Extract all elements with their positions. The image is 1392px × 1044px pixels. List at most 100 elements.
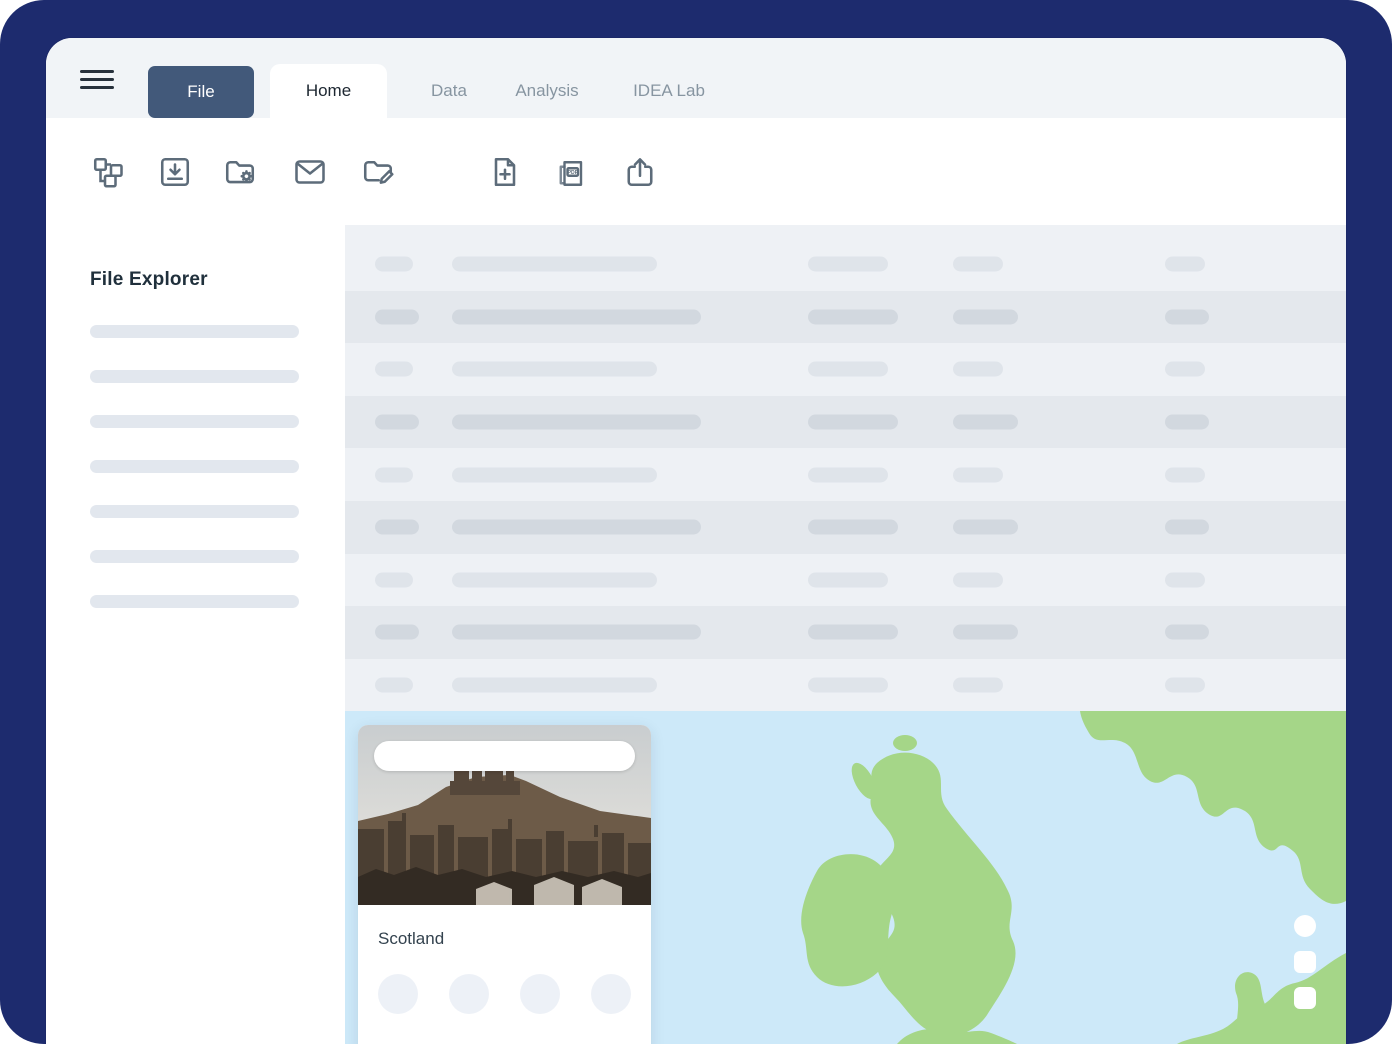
sidebar-skeleton-item[interactable]	[90, 370, 299, 383]
mail-icon	[292, 154, 328, 190]
hierarchy-icon	[90, 154, 126, 190]
card-body: Scotland	[358, 905, 651, 1014]
table-row[interactable]	[345, 396, 1346, 449]
cell-placeholder	[953, 415, 1018, 430]
add-document-button[interactable]	[484, 151, 526, 193]
cell-placeholder	[1165, 467, 1205, 482]
hierarchy-button[interactable]	[87, 151, 129, 193]
cell-placeholder	[452, 415, 701, 430]
tab-data[interactable]: Data	[413, 64, 485, 118]
cell-placeholder	[953, 678, 1003, 693]
cell-placeholder	[1165, 572, 1205, 587]
card-action-button[interactable]	[449, 974, 489, 1014]
sidebar-skeleton-item[interactable]	[90, 550, 299, 563]
main-panel: Scotland	[345, 225, 1346, 1044]
table-row[interactable]	[345, 291, 1346, 344]
cell-placeholder	[953, 572, 1003, 587]
cell-placeholder	[452, 467, 657, 482]
cell-placeholder	[375, 415, 419, 430]
cell-placeholder	[953, 625, 1018, 640]
cell-placeholder	[452, 309, 701, 324]
cell-placeholder	[452, 625, 701, 640]
cell-placeholder	[375, 625, 419, 640]
map-locate-control[interactable]	[1294, 915, 1316, 937]
cell-placeholder	[808, 678, 888, 693]
map-view[interactable]: Scotland	[345, 711, 1346, 1044]
map-land-isles	[893, 735, 917, 751]
cell-placeholder	[1165, 415, 1209, 430]
map-search-input[interactable]	[374, 741, 635, 771]
table-row[interactable]	[345, 659, 1346, 711]
map-land-jutland	[1235, 972, 1272, 1044]
cell-placeholder	[375, 362, 413, 377]
import-button[interactable]	[154, 151, 196, 193]
cell-placeholder	[808, 625, 898, 640]
map-controls	[1294, 915, 1316, 1009]
file-explorer-title: File Explorer	[90, 269, 345, 291]
hamburger-menu-icon[interactable]	[80, 70, 114, 89]
cell-placeholder	[375, 257, 413, 272]
tab-file[interactable]: File	[148, 66, 254, 118]
cell-placeholder	[375, 572, 413, 587]
card-action-button[interactable]	[591, 974, 631, 1014]
sidebar-skeleton-item[interactable]	[90, 460, 299, 473]
table-row[interactable]	[345, 448, 1346, 501]
cell-placeholder	[808, 467, 888, 482]
table-row[interactable]	[345, 606, 1346, 659]
file-explorer-list	[90, 325, 345, 608]
cell-placeholder	[452, 362, 657, 377]
location-card[interactable]: Scotland	[358, 725, 651, 1044]
folder-edit-icon	[360, 154, 396, 190]
cell-placeholder	[808, 362, 888, 377]
sidebar-skeleton-item[interactable]	[90, 595, 299, 608]
top-nav: File Home Data Analysis IDEA Lab	[46, 38, 1346, 118]
svg-text:PDF: PDF	[568, 170, 578, 176]
table-row[interactable]	[345, 238, 1346, 291]
folder-settings-button[interactable]	[219, 151, 261, 193]
mail-button[interactable]	[289, 151, 331, 193]
map-land-ireland	[801, 854, 893, 986]
tab-idea-lab[interactable]: IDEA Lab	[614, 64, 724, 118]
cell-placeholder	[953, 257, 1003, 272]
cell-placeholder	[953, 362, 1003, 377]
cell-placeholder	[452, 678, 657, 693]
tab-home[interactable]: Home	[270, 64, 387, 118]
card-actions	[378, 974, 631, 1014]
sidebar-skeleton-item[interactable]	[90, 415, 299, 428]
data-table	[345, 225, 1346, 711]
cell-placeholder	[808, 257, 888, 272]
cell-placeholder	[1165, 678, 1205, 693]
folder-settings-icon	[222, 154, 258, 190]
folder-edit-button[interactable]	[357, 151, 399, 193]
cell-placeholder	[1165, 625, 1209, 640]
toolbar: PDF	[46, 118, 1346, 225]
share-icon	[622, 154, 658, 190]
pdf-export-button[interactable]: PDF	[551, 151, 593, 193]
table-row[interactable]	[345, 343, 1346, 396]
card-action-button[interactable]	[378, 974, 418, 1014]
sidebar-skeleton-item[interactable]	[90, 505, 299, 518]
cell-placeholder	[375, 309, 419, 324]
cell-placeholder	[808, 309, 898, 324]
cell-placeholder	[1165, 257, 1205, 272]
sidebar-skeleton-item[interactable]	[90, 325, 299, 338]
cell-placeholder	[452, 257, 657, 272]
table-row[interactable]	[345, 501, 1346, 554]
card-action-button[interactable]	[520, 974, 560, 1014]
cell-placeholder	[953, 467, 1003, 482]
cell-placeholder	[953, 309, 1018, 324]
screenshot-canvas: File Home Data Analysis IDEA Lab	[0, 0, 1392, 1044]
tab-analysis[interactable]: Analysis	[497, 64, 597, 118]
map-zoom-in-control[interactable]	[1294, 951, 1316, 973]
cell-placeholder	[1165, 362, 1205, 377]
cell-placeholder	[375, 520, 419, 535]
map-zoom-out-control[interactable]	[1294, 987, 1316, 1009]
table-row[interactable]	[345, 554, 1346, 607]
cell-placeholder	[808, 520, 898, 535]
cell-placeholder	[452, 572, 657, 587]
app-window: File Home Data Analysis IDEA Lab	[46, 38, 1346, 1044]
cell-placeholder	[452, 520, 701, 535]
cell-placeholder	[953, 520, 1018, 535]
share-button[interactable]	[619, 151, 661, 193]
edinburgh-skyline-photo	[358, 725, 651, 905]
